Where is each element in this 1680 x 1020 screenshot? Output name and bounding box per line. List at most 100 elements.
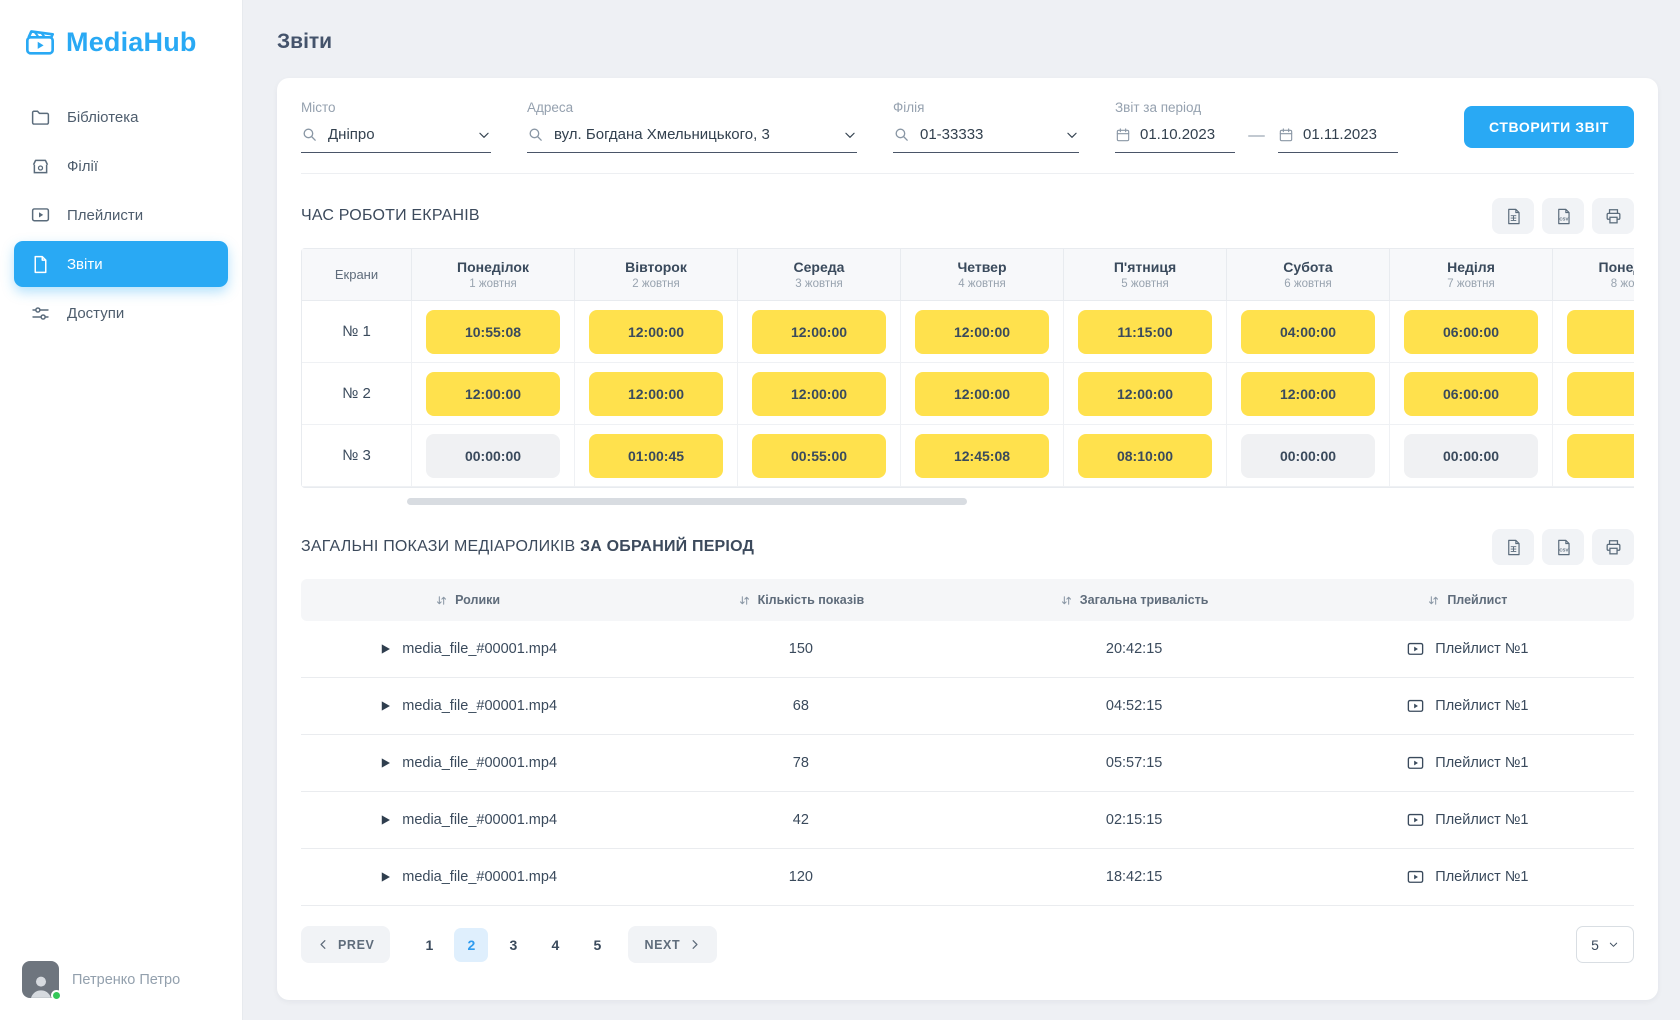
play-icon[interactable] (378, 756, 392, 770)
period-label: Звіт за період (1115, 100, 1398, 115)
user-profile[interactable]: Петренко Петро (14, 961, 228, 998)
sidebar-item-label: Бібліотека (67, 109, 138, 126)
address-filter: Адреса вул. Богдана Хмельницького, 3 (527, 100, 857, 153)
table-row: media_file_#00001.mp4 150 20:42:15 Плейл… (301, 621, 1634, 678)
time-pill: 06:00:00 (1404, 310, 1538, 354)
playlist-name: Плейлист №1 (1435, 755, 1528, 771)
play-icon[interactable] (378, 699, 392, 713)
screen-time-cell: 08:10:00 (1064, 425, 1227, 487)
branch-select[interactable]: 01-33333 (893, 126, 1079, 153)
screen-time-cell: 12:00:00 (575, 301, 738, 363)
time-pill: 12:45:08 (915, 434, 1049, 478)
screen-time-cell: 12:00:00 (738, 363, 901, 425)
page-number-button[interactable]: 2 (454, 928, 488, 962)
media-playlist-cell[interactable]: Плейлист №1 (1301, 697, 1634, 716)
sidebar-item-reports[interactable]: Звіти (14, 241, 228, 287)
screen-row-label: № 1 (302, 301, 412, 363)
chevron-left-icon (317, 938, 330, 951)
chevron-down-icon[interactable] (843, 128, 857, 142)
time-pill: 12:00:00 (1241, 372, 1375, 416)
media-file-name: media_file_#00001.mp4 (402, 698, 557, 714)
playlist-name: Плейлист №1 (1435, 698, 1528, 714)
day-column-header: Середа3 жовтня (738, 249, 901, 301)
screen-row-label: № 2 (302, 363, 412, 425)
media-playlist-cell[interactable]: Плейлист №1 (1301, 868, 1634, 887)
media-playlist-cell[interactable]: Плейлист №1 (1301, 811, 1634, 830)
day-column-header: Понеділок8 жовтня (1553, 249, 1634, 301)
date-from-field[interactable]: 01.10.2023 (1115, 126, 1235, 153)
page-number-button[interactable]: 5 (580, 928, 614, 962)
export-excel-button[interactable] (1492, 529, 1534, 565)
app-name: MediaHub (66, 27, 197, 58)
storefront-icon (30, 156, 51, 177)
sort-header-duration[interactable]: Загальна тривалість (968, 593, 1301, 607)
screen-time-cell: 00:00:00 (1227, 425, 1390, 487)
period-dash-divider (1248, 135, 1265, 137)
screens-column-header: Екрани (302, 249, 412, 301)
time-pill: 12:00:00 (752, 310, 886, 354)
export-csv-button[interactable] (1542, 198, 1584, 234)
page-title: Звіти (277, 30, 1658, 54)
time-pill: 12:00:00 (589, 372, 723, 416)
screen-time-cell: 12:00:00 (575, 363, 738, 425)
sort-header-playlist[interactable]: Плейлист (1301, 593, 1634, 607)
sort-header-count[interactable]: Кількість показів (634, 593, 967, 607)
page-size-select[interactable]: 5 (1576, 926, 1634, 963)
print-button[interactable] (1592, 529, 1634, 565)
sidebar-item-playlists[interactable]: Плейлисти (14, 192, 228, 238)
page-numbers: 1 2 3 4 5 (412, 928, 614, 962)
clapperboard-icon (24, 26, 56, 58)
page-number-button[interactable]: 4 (538, 928, 572, 962)
print-button[interactable] (1592, 198, 1634, 234)
table-row: media_file_#00001.mp4 42 02:15:15 Плейли… (301, 792, 1634, 849)
time-pill: 12:00:00 (915, 310, 1049, 354)
screen-time-cell: 00:55:00 (738, 425, 901, 487)
table-row: media_file_#00001.mp4 68 04:52:15 Плейли… (301, 678, 1634, 735)
date-from-value: 01.10.2023 (1140, 126, 1215, 143)
scrollbar-thumb[interactable] (407, 498, 967, 505)
media-playlist-cell[interactable]: Плейлист №1 (1301, 754, 1634, 773)
time-pill: 00:00:00 (426, 434, 560, 478)
date-to-field[interactable]: 01.11.2023 (1278, 126, 1398, 153)
play-icon[interactable] (378, 870, 392, 884)
address-value: вул. Богдана Хмельницького, 3 (554, 126, 770, 143)
filters-bar: Місто Дніпро Адреса вул. Богдана Хмельни… (301, 78, 1634, 174)
screen-time-cell: 01:00:45 (575, 425, 738, 487)
time-pill: 01:00:45 (589, 434, 723, 478)
online-status-dot (51, 990, 62, 1001)
chevron-down-icon[interactable] (477, 128, 491, 142)
create-report-button[interactable]: СТВОРИТИ ЗВІТ (1464, 106, 1634, 148)
sort-header-files[interactable]: Ролики (301, 593, 634, 607)
media-playlist-cell[interactable]: Плейлист №1 (1301, 640, 1634, 659)
screen-time-cell: 12:00:00 (412, 363, 575, 425)
next-page-button[interactable]: NEXT (628, 926, 717, 963)
prev-page-button[interactable]: PREV (301, 926, 390, 963)
city-select[interactable]: Дніпро (301, 126, 491, 153)
sidebar-item-access[interactable]: Доступи (14, 290, 228, 336)
chevron-down-icon[interactable] (1065, 128, 1079, 142)
sort-icon (1427, 594, 1440, 607)
address-select[interactable]: вул. Богдана Хмельницького, 3 (527, 126, 857, 153)
user-name: Петренко Петро (72, 972, 180, 988)
screen-time-cell (1553, 363, 1634, 425)
time-pill: 12:00:00 (752, 372, 886, 416)
sidebar-item-library[interactable]: Бібліотека (14, 94, 228, 140)
export-excel-button[interactable] (1492, 198, 1534, 234)
day-column-header: Субота6 жовтня (1227, 249, 1390, 301)
play-icon[interactable] (378, 642, 392, 656)
page-number-button[interactable]: 1 (412, 928, 446, 962)
screen-time-cell: 12:00:00 (1227, 363, 1390, 425)
export-csv-button[interactable] (1542, 529, 1584, 565)
media-section-head: ЗАГАЛЬНІ ПОКАЗИ МЕДІАРОЛИКІВ ЗА ОБРАНИЙ … (301, 529, 1634, 565)
day-column-header: Четвер4 жовтня (901, 249, 1064, 301)
screens-section-title: ЧАС РОБОТИ ЕКРАНІВ (301, 207, 480, 225)
play-icon[interactable] (378, 813, 392, 827)
app-logo: MediaHub (14, 24, 228, 58)
table-row: media_file_#00001.mp4 78 05:57:15 Плейли… (301, 735, 1634, 792)
page-number-button[interactable]: 3 (496, 928, 530, 962)
media-file-name: media_file_#00001.mp4 (402, 755, 557, 771)
spreadsheet-icon (1504, 538, 1523, 557)
sidebar-item-branches[interactable]: Філії (14, 143, 228, 189)
time-pill (1567, 310, 1634, 354)
screen-time-cell: 00:00:00 (1390, 425, 1553, 487)
